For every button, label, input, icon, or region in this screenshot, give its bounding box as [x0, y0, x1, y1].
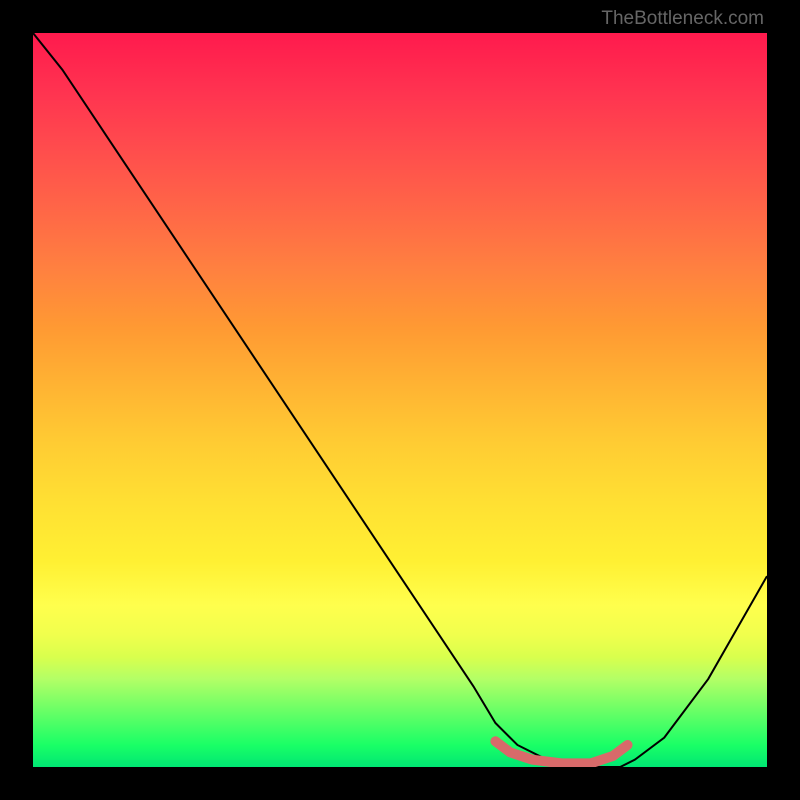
chart-svg — [33, 33, 767, 767]
bottleneck-curve-line — [33, 33, 767, 767]
attribution-text: TheBottleneck.com — [601, 8, 764, 30]
optimal-zone-marker-line — [495, 741, 627, 763]
